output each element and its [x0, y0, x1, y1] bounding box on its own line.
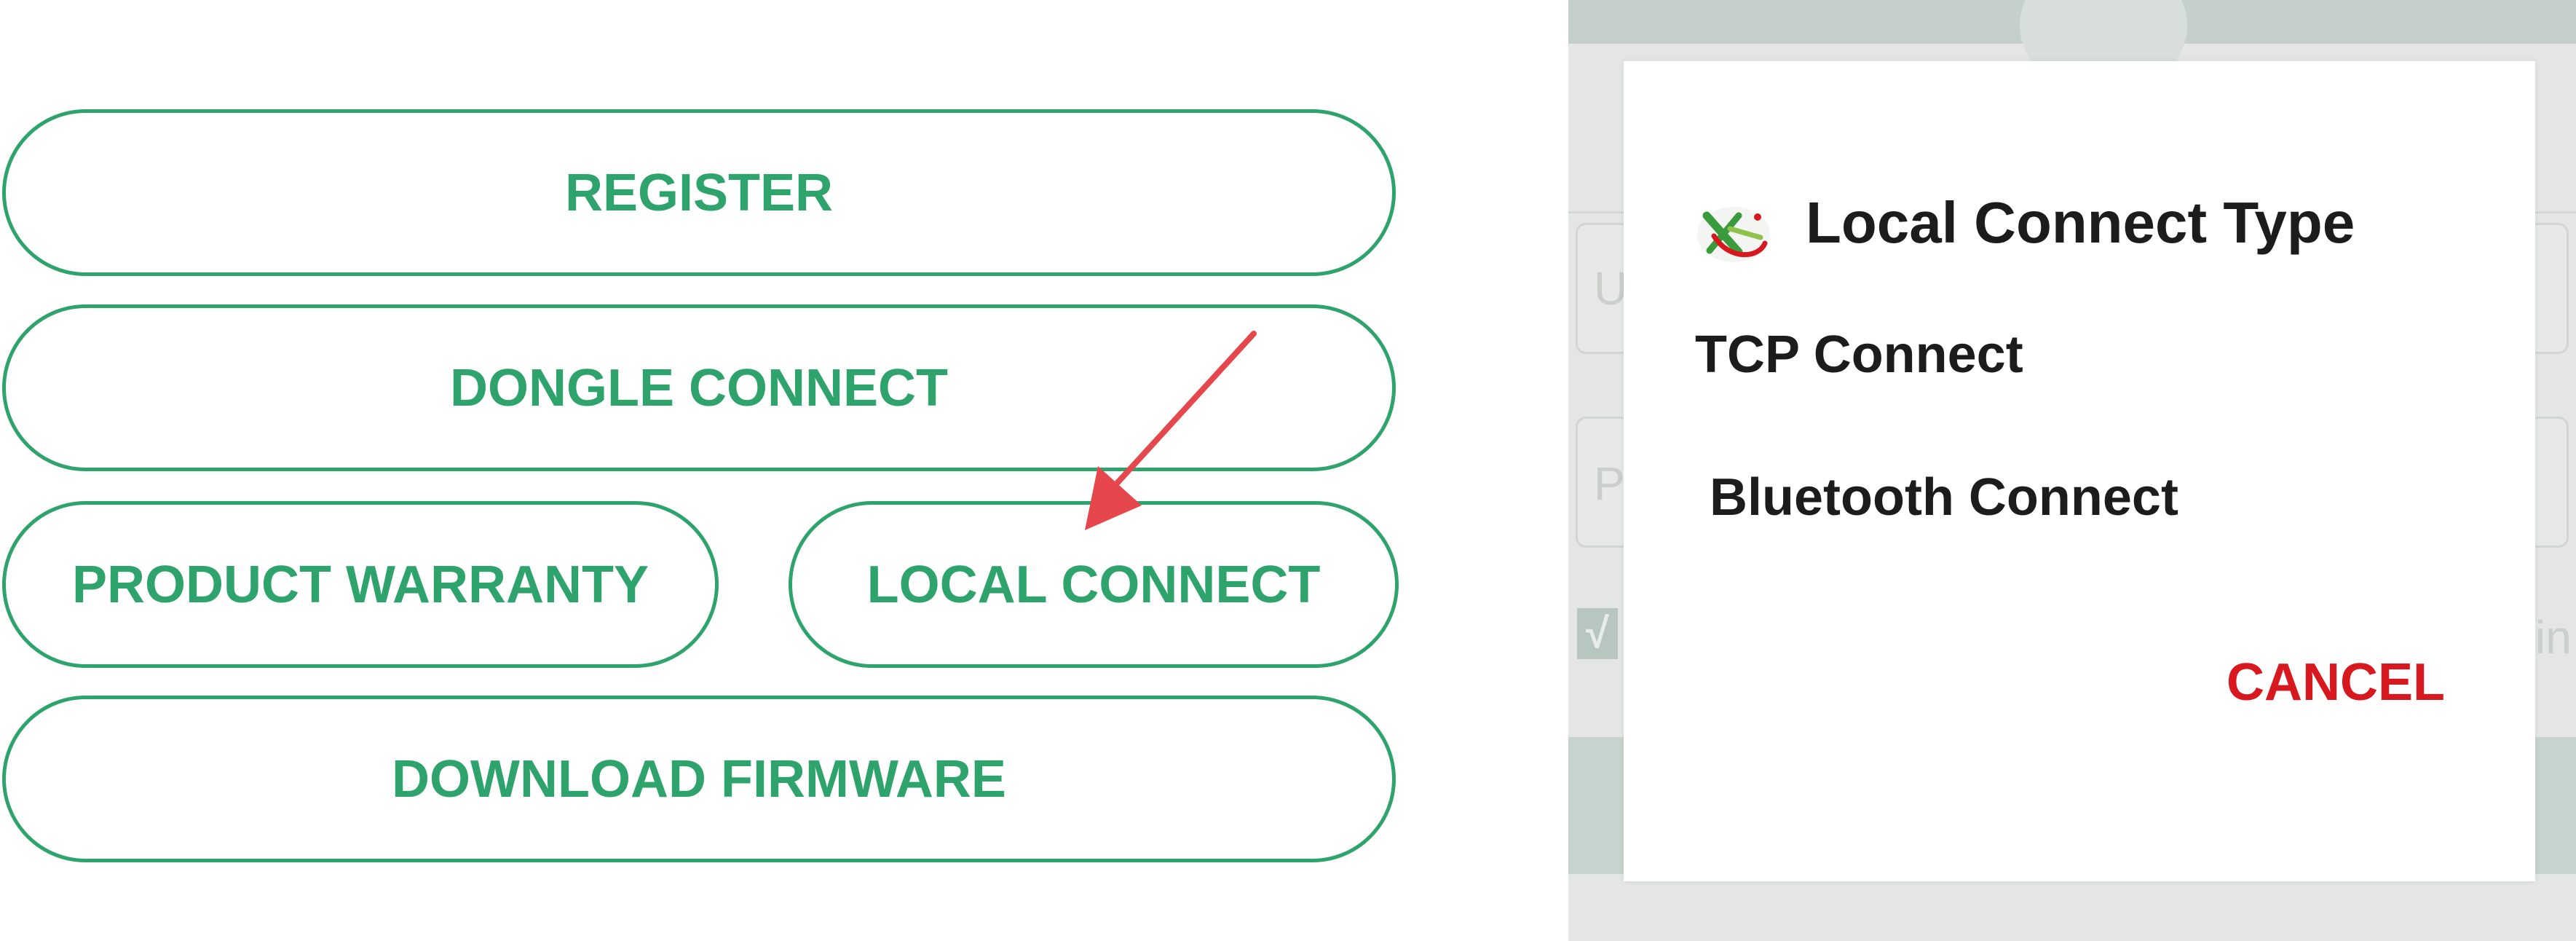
bluetooth-connect-option[interactable]: Bluetooth Connect	[1710, 468, 2178, 527]
app-logo-icon	[1697, 207, 1770, 262]
background-edge-text: in	[2535, 611, 2572, 664]
dialog-title: Local Connect Type	[1806, 190, 2355, 255]
dongle-connect-button[interactable]: DONGLE CONNECT	[2, 304, 1396, 471]
product-warranty-button[interactable]: PRODUCT WARRANTY	[2, 501, 719, 668]
download-firmware-button[interactable]: DOWNLOAD FIRMWARE	[2, 696, 1396, 862]
local-connect-button[interactable]: LOCAL CONNECT	[789, 501, 1399, 668]
screenshot-root: REGISTER DONGLE CONNECT PRODUCT WARRANTY…	[0, 0, 2576, 941]
local-connect-type-dialog: Local Connect Type TCP Connect Bluetooth…	[1624, 61, 2535, 881]
background-checkbox: √	[1577, 608, 1618, 659]
cancel-button[interactable]: CANCEL	[2227, 653, 2445, 712]
tcp-connect-option[interactable]: TCP Connect	[1695, 325, 2023, 385]
register-button[interactable]: REGISTER	[2, 109, 1396, 276]
background-field-letter: U	[1594, 262, 1628, 315]
background-field-letter: P	[1594, 457, 1625, 510]
